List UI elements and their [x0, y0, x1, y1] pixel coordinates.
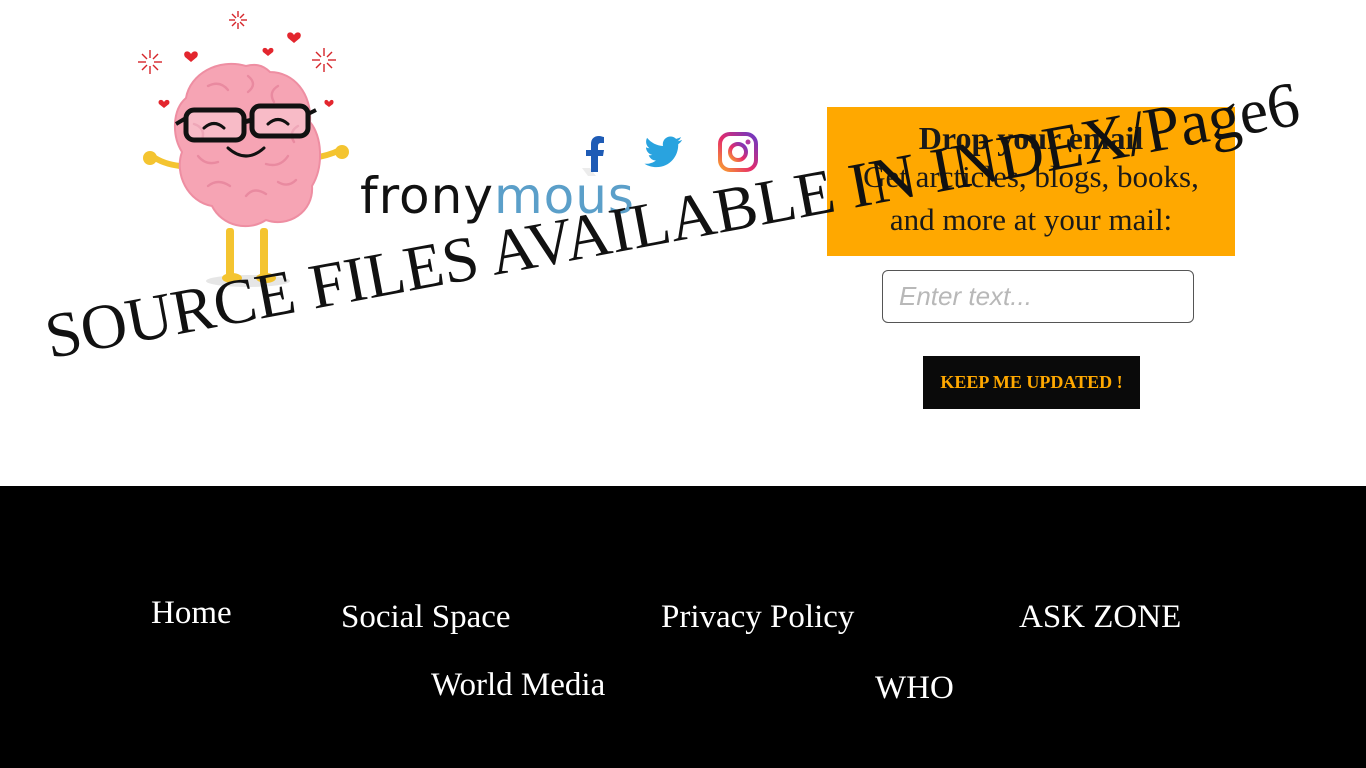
brand-part-1: frony [360, 167, 494, 225]
nav-home-link[interactable]: Home [151, 593, 232, 633]
instagram-icon [718, 132, 758, 172]
nav-who-link[interactable]: WHO [875, 668, 954, 708]
signup-line-2: and more at your mail: [889, 202, 1173, 237]
nav-social-space-link[interactable]: Social Space [341, 597, 511, 637]
nav-ask-zone-link[interactable]: ASK ZONE [1019, 597, 1181, 637]
email-input[interactable] [882, 270, 1194, 323]
instagram-link[interactable] [714, 128, 762, 176]
header: fronymous Drop your email Get arcticles,… [0, 0, 1366, 486]
facebook-link[interactable] [572, 128, 620, 176]
brain-mascot-logo [138, 11, 349, 287]
keep-me-updated-button[interactable]: KEEP ME UPDATED ! [923, 356, 1140, 409]
email-signup-panel: Drop your email Get arcticles, blogs, bo… [827, 107, 1235, 256]
footer: Home Social Space Privacy Policy ASK ZON… [0, 486, 1366, 768]
signup-heading: Drop your email [918, 120, 1144, 156]
twitter-icon [644, 136, 682, 168]
signup-line-1: Get arcticles, blogs, books, [863, 159, 1199, 194]
twitter-link[interactable] [640, 128, 688, 176]
nav-privacy-policy-link[interactable]: Privacy Policy [661, 597, 854, 637]
facebook-icon [582, 136, 604, 176]
nav-world-media-link[interactable]: World Media [431, 665, 605, 705]
